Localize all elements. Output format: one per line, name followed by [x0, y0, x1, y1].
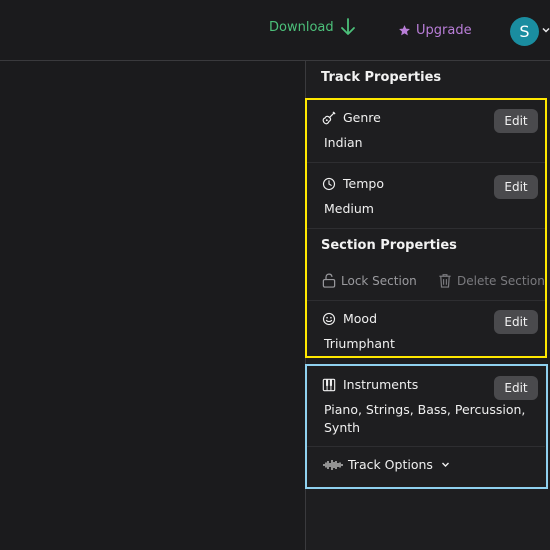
waveform-icon: [323, 459, 343, 470]
mood-edit-button[interactable]: Edit: [494, 310, 538, 334]
upgrade-button[interactable]: Upgrade: [398, 23, 472, 38]
divider: [307, 446, 545, 447]
mood-label-row: Mood: [322, 311, 377, 326]
instruments-label-row: Instruments: [322, 377, 418, 392]
lock-section-label: Lock Section: [341, 273, 417, 288]
unlock-icon: [322, 273, 336, 288]
genre-label: Genre: [343, 110, 381, 125]
genre-value: Indian: [324, 135, 363, 150]
track-options-label: Track Options: [348, 457, 433, 472]
delete-section-button[interactable]: Delete Section: [438, 273, 545, 288]
divider: [307, 300, 545, 301]
instruments-value-line1: Piano, Strings, Bass, Percussion,: [324, 402, 526, 417]
divider: [307, 162, 545, 163]
track-properties-title: Track Properties: [321, 70, 442, 85]
smiley-icon: [322, 312, 336, 325]
star-icon: [399, 25, 410, 36]
tempo-label: Tempo: [343, 176, 384, 191]
track-options-button[interactable]: Track Options: [323, 457, 450, 472]
avatar[interactable]: S: [510, 17, 539, 46]
chevron-down-icon: [441, 462, 449, 467]
guitar-icon: [322, 110, 336, 124]
instruments-label: Instruments: [343, 377, 419, 392]
avatar-initial: S: [519, 22, 530, 41]
genre-label-row: Genre: [322, 110, 381, 125]
section-properties-title: Section Properties: [321, 238, 457, 253]
download-label: Download: [269, 19, 334, 35]
mood-label: Mood: [343, 311, 378, 326]
tempo-edit-button[interactable]: Edit: [494, 175, 538, 199]
tempo-label-row: Tempo: [322, 176, 384, 191]
tempo-value: Medium: [324, 201, 374, 216]
lock-section-button[interactable]: Lock Section: [322, 273, 417, 288]
chevron-down-icon[interactable]: [542, 26, 550, 34]
upgrade-label: Upgrade: [416, 23, 472, 38]
piano-icon: [322, 378, 336, 391]
delete-section-label: Delete Section: [457, 273, 545, 288]
instruments-value-line2: Synth: [324, 420, 361, 435]
divider: [307, 228, 545, 229]
download-arrow-icon: [340, 18, 355, 35]
download-button[interactable]: Download: [269, 18, 356, 36]
genre-edit-button[interactable]: Edit: [494, 109, 538, 133]
clock-icon: [322, 177, 336, 190]
instruments-edit-button[interactable]: Edit: [494, 376, 538, 400]
trash-icon: [439, 274, 451, 288]
top-bar: Download Upgrade S: [0, 0, 550, 61]
mood-value: Triumphant: [324, 336, 395, 351]
